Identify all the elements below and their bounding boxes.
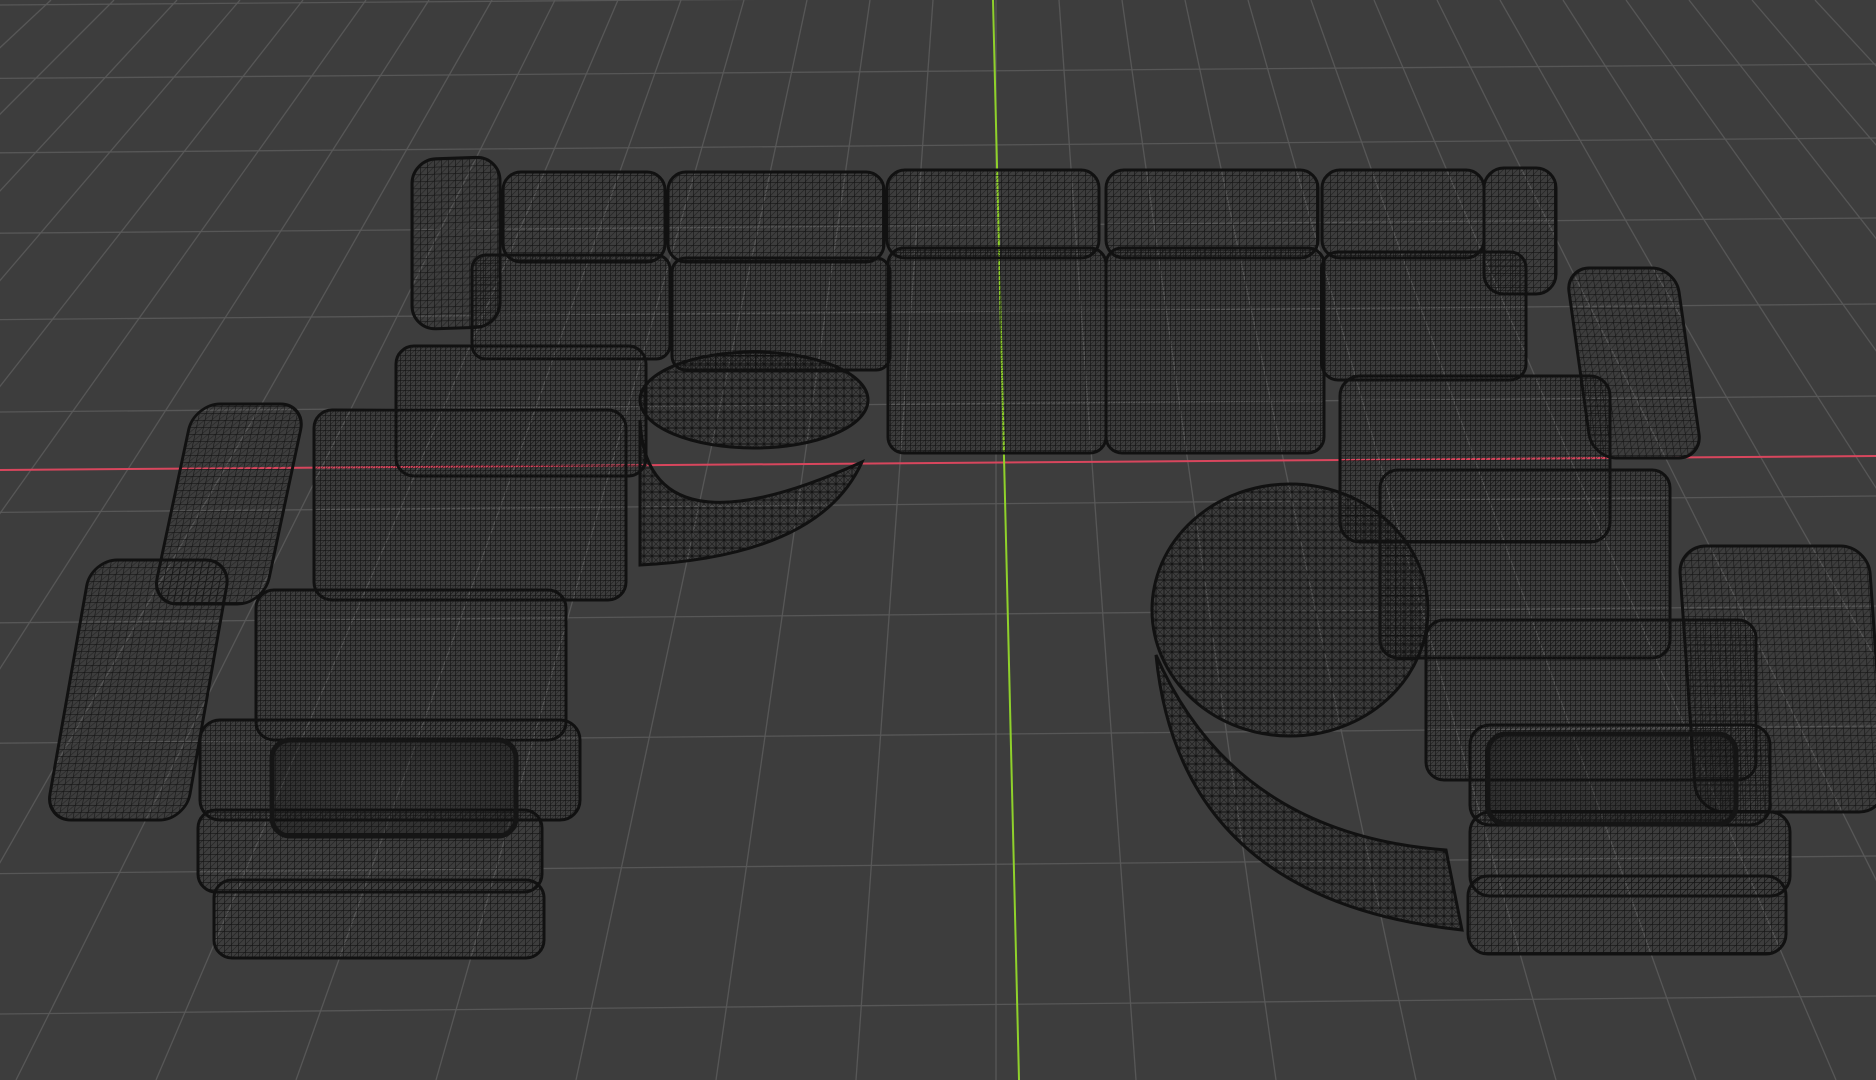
grid-line-horizontal [0,995,1876,1015]
sectional-sofa-wireframe[interactable] [45,155,1876,960]
3d-viewport[interactable] [0,0,1876,1080]
viewport-canvas[interactable] [0,0,1876,1080]
left-round-ottoman [638,350,870,567]
grid-line-vertical [1814,0,1876,67]
back-cushion-2 [666,170,886,264]
grid-line-vertical [0,0,52,49]
back-cushion-5 [1320,168,1486,260]
grid-line-vertical [1058,0,1137,1080]
back-cushion-1 [501,170,667,264]
grid-line-horizontal [0,137,1876,154]
grid-line-horizontal [0,0,758,6]
grid-line-horizontal [0,63,1876,80]
grid-line-vertical [855,0,934,1080]
back-cushion-3 [885,168,1101,260]
y-axis-line [992,0,1020,1080]
back-cushion-4 [1104,168,1320,260]
grid-line-vertical [0,0,178,192]
